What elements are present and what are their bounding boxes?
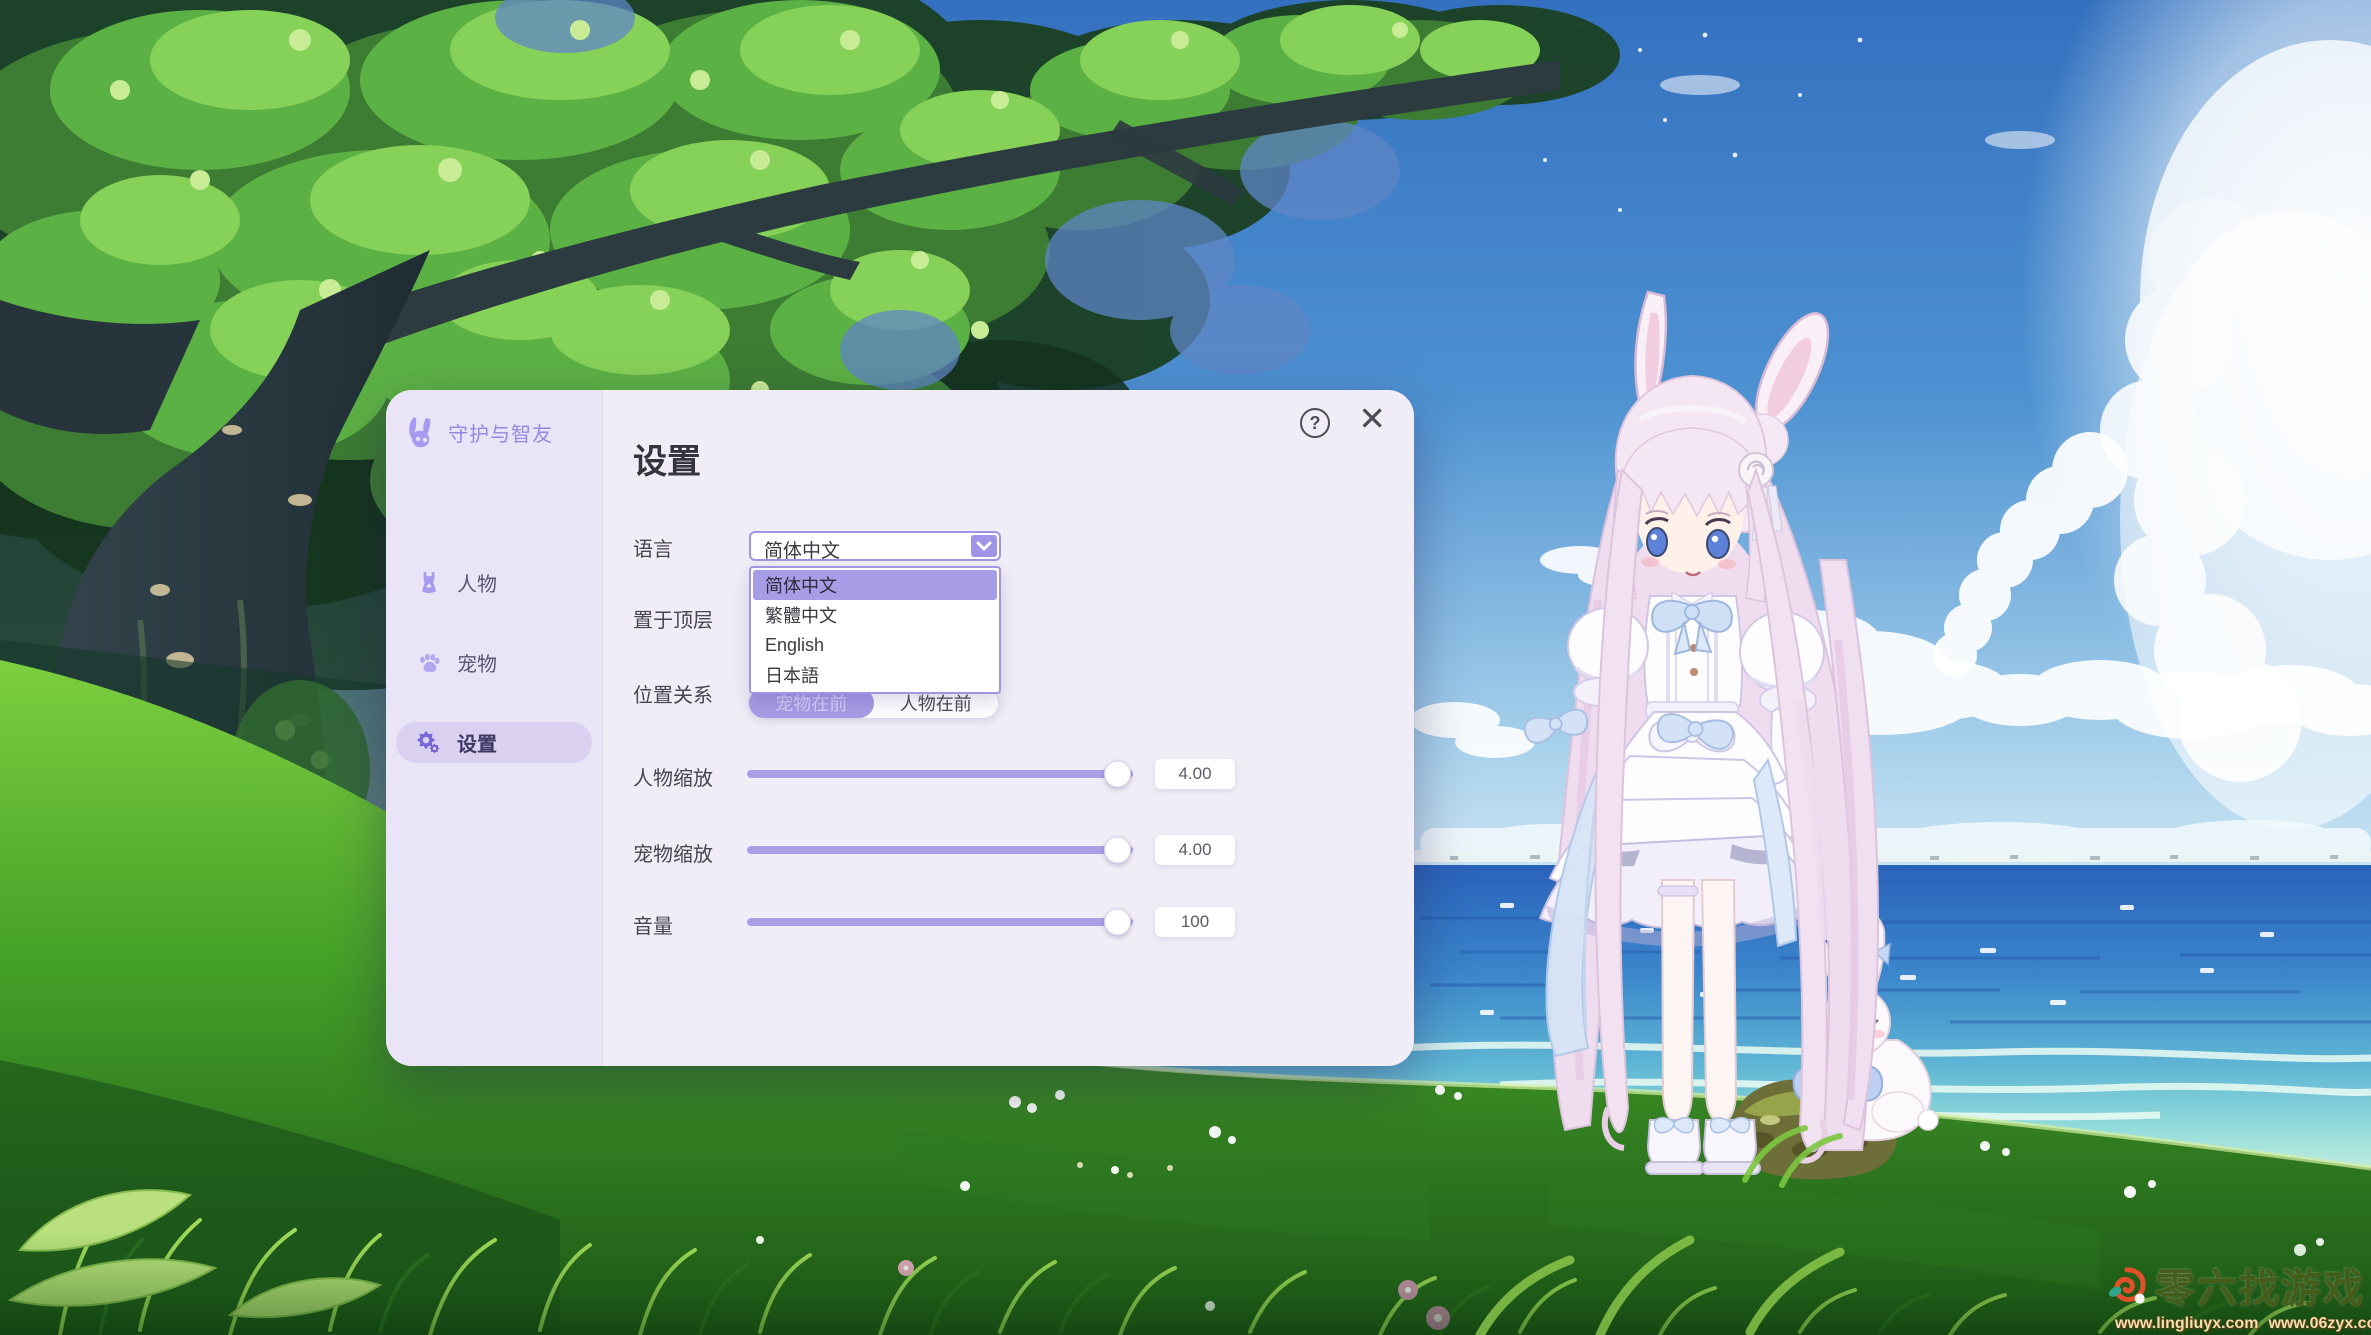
paw-icon <box>416 650 442 676</box>
sidebar-nav: 人物 宠物 <box>386 562 602 802</box>
character-scale-value[interactable]: 4.00 <box>1155 759 1235 789</box>
sidebar-item-label: 人物 <box>457 568 497 597</box>
sidebar: 守护与智友 人物 宠物 <box>386 390 603 1066</box>
volume-label: 音量 <box>633 910 673 939</box>
position-label: 位置关系 <box>633 679 713 708</box>
language-option[interactable]: 繁體中文 <box>753 600 997 630</box>
volume-slider[interactable] <box>747 918 1133 926</box>
bunny-ears-icon <box>404 414 440 450</box>
desktop: 零六找游戏 www.lingliuyx.com www.06zyx.com 守护… <box>0 0 2371 1335</box>
settings-panel: ? ✕ 设置 语言 简体中文 置于顶层 位置关系 宠物在前 人物在前 简体中文 … <box>603 390 1414 1066</box>
language-option[interactable]: English <box>753 630 997 660</box>
settings-dialog: 守护与智友 人物 宠物 <box>386 390 1414 1066</box>
close-icon: ✕ <box>1358 400 1386 437</box>
pet-scale-label: 宠物缩放 <box>633 838 713 867</box>
sidebar-item-pet[interactable]: 宠物 <box>396 642 592 683</box>
slider-handle[interactable] <box>1104 909 1131 936</box>
watermark-url-left: www.lingliuyx.com <box>2115 1315 2258 1333</box>
volume-value[interactable]: 100 <box>1155 907 1235 937</box>
sidebar-item-label: 宠物 <box>457 648 497 677</box>
slider-handle[interactable] <box>1104 761 1131 788</box>
close-button[interactable]: ✕ <box>1358 402 1386 435</box>
language-option[interactable]: 简体中文 <box>753 570 997 600</box>
watermark-url-right: www.06zyx.com <box>2268 1315 2371 1333</box>
app-title: 守护与智友 <box>448 418 553 447</box>
dress-icon <box>416 570 442 596</box>
language-dropdown-list: 简体中文 繁體中文 English 日本語 <box>749 566 1001 694</box>
language-select-value: 简体中文 <box>764 536 840 563</box>
language-option[interactable]: 日本語 <box>753 660 997 690</box>
always-on-top-label: 置于顶层 <box>633 604 713 633</box>
watermark-title: 零六找游戏 <box>2155 1256 2365 1314</box>
language-select[interactable]: 简体中文 <box>749 531 1001 561</box>
pet-scale-slider[interactable] <box>747 846 1133 854</box>
chevron-down-icon[interactable] <box>971 535 997 557</box>
help-button[interactable]: ? <box>1300 408 1330 438</box>
page-title: 设置 <box>633 434 701 483</box>
language-label: 语言 <box>633 533 673 562</box>
sidebar-item-label: 设置 <box>457 728 497 757</box>
character-scale-slider[interactable] <box>747 770 1133 778</box>
sidebar-item-settings[interactable]: 设置 <box>396 722 592 763</box>
app-logo: 守护与智友 <box>404 414 553 450</box>
sidebar-item-character[interactable]: 人物 <box>396 562 592 603</box>
help-icon: ? <box>1310 413 1321 434</box>
watermark: 零六找游戏 www.lingliuyx.com www.06zyx.com <box>2105 1256 2365 1333</box>
pet-scale-value[interactable]: 4.00 <box>1155 835 1235 865</box>
watermark-swirl-logo <box>2105 1259 2149 1311</box>
character-scale-label: 人物缩放 <box>633 762 713 791</box>
slider-handle[interactable] <box>1104 837 1131 864</box>
gear-icon <box>416 730 442 756</box>
